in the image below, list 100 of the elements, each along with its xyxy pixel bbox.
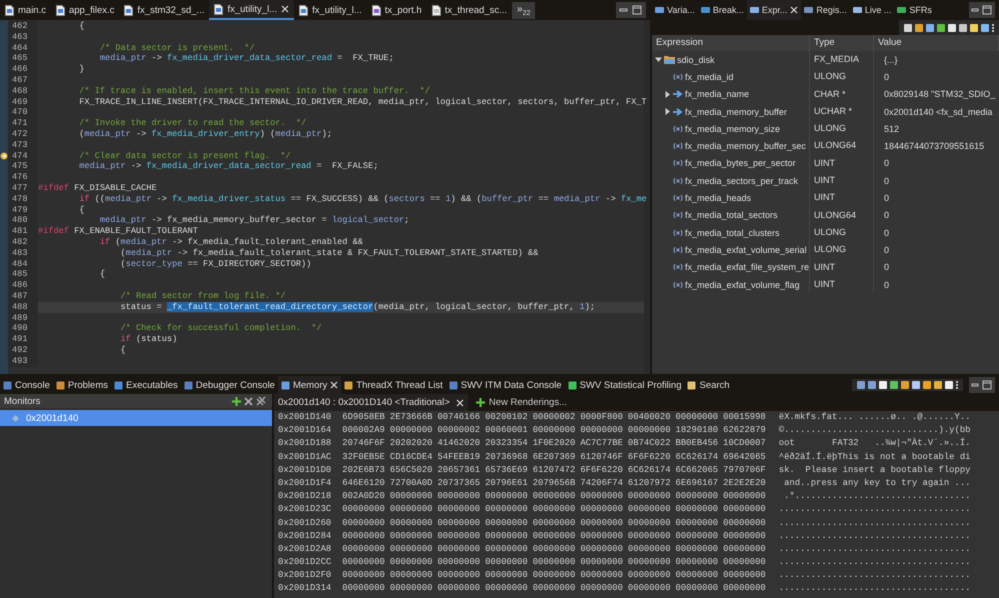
folder-icon xyxy=(664,55,675,64)
hex-word: 00000000 xyxy=(532,556,576,570)
remove-icon[interactable] xyxy=(244,396,253,406)
view-tab[interactable]: Memory xyxy=(278,376,342,394)
line-number: 466 xyxy=(8,64,38,75)
hex-word: 6C626174 xyxy=(676,450,718,464)
monitors-title: Monitors xyxy=(4,396,42,406)
diamond-icon xyxy=(12,414,19,422)
view-tab[interactable]: Break... xyxy=(698,0,747,20)
hex-word: 00000000 xyxy=(390,516,432,530)
file-icon xyxy=(5,4,14,16)
close-icon[interactable] xyxy=(330,381,338,389)
editor-tab[interactable]: fx_utility_l... xyxy=(209,0,294,20)
view-tab[interactable]: SWV Statistical Profiling xyxy=(564,376,684,394)
file-icon xyxy=(214,4,224,14)
view-tab[interactable]: Search xyxy=(684,376,733,394)
close-icon[interactable] xyxy=(281,5,290,13)
expand-toggle-icon[interactable] xyxy=(664,90,671,98)
column-header[interactable]: Expression xyxy=(652,35,810,51)
hex-word: 00000000 xyxy=(485,582,528,596)
hex-word: 61207472 xyxy=(532,464,576,477)
code-line: /* If trace is enabled, insert this event into the trace buffer. */ xyxy=(78,86,431,97)
new-renderings-tab[interactable]: New Renderings... xyxy=(476,397,567,408)
minimize-maximize-icon[interactable] xyxy=(969,377,995,393)
code-line: /* Data sector is present. */ xyxy=(98,42,256,54)
variable-icon xyxy=(673,72,683,81)
code-line: if (status) xyxy=(120,334,178,345)
editor-tab[interactable]: tx_thread_sc... xyxy=(426,0,512,20)
hex-word: 00000000 xyxy=(628,542,671,556)
hex-word: 00000000 xyxy=(390,503,432,516)
line-number: 482 xyxy=(8,236,38,248)
view-tab[interactable]: Executables xyxy=(110,376,181,394)
hex-word: 656C5020 xyxy=(390,464,432,477)
hex-word: 6C626174 xyxy=(628,464,671,477)
value-cell-text: 0 xyxy=(883,72,890,82)
hex-word: 00000000 xyxy=(628,503,671,516)
view-tab[interactable]: SFRs xyxy=(894,0,935,20)
add-icon xyxy=(476,398,485,407)
view-tab[interactable]: SWV ITM Data Console xyxy=(446,376,565,394)
view-tab[interactable]: Console xyxy=(0,376,53,394)
memory-address: 0x2001D2A8 xyxy=(278,542,332,556)
view-tab[interactable]: Debugger Console xyxy=(180,376,278,394)
rendering-tab[interactable]: 0x2001d140 : 0x2001D140 <Traditional> xyxy=(274,394,468,411)
column-header[interactable]: Type xyxy=(810,35,874,51)
hex-word: 002A0D20 xyxy=(342,490,385,504)
code-line: (media_ptr -> fx_media_fault_tolerant_state & FX_FAULT_TOLERANT_STATE_STARTED) && xyxy=(120,248,540,259)
hex-word: 00000000 xyxy=(437,569,480,582)
view-tab[interactable]: ThreadX Thread List xyxy=(341,376,446,394)
view-tab[interactable]: Problems xyxy=(52,376,111,394)
close-icon[interactable] xyxy=(456,398,464,406)
more-icon[interactable] xyxy=(955,380,959,390)
editor-tab[interactable]: tx_port.h xyxy=(366,0,427,20)
view-tab[interactable]: Regis... xyxy=(801,0,850,20)
line-number: 465 xyxy=(8,53,38,64)
variable-icon xyxy=(673,142,683,150)
editor-tab[interactable]: app_filex.c xyxy=(50,0,120,20)
editor-tab[interactable]: fx_stm32_sd_... xyxy=(119,0,210,20)
view-tab[interactable]: Expr... xyxy=(746,0,802,20)
hex-word: 1F0E2020 xyxy=(532,437,576,450)
hex-word: 000002A9 xyxy=(342,424,385,438)
hex-word: 41462020 xyxy=(437,437,480,450)
view-icon xyxy=(114,380,123,390)
file-icon xyxy=(56,4,65,16)
expand-toggle-icon[interactable] xyxy=(664,108,671,116)
more-icon[interactable] xyxy=(991,22,995,32)
minimize-maximize-icon[interactable] xyxy=(969,2,995,18)
line-number: 478 xyxy=(8,194,38,205)
line-number: 474 xyxy=(8,150,38,162)
ascii-text: ^ëð2äÍ.Í.ëþThis is not a bootable di xyxy=(778,450,970,464)
hex-word: 00000000 xyxy=(676,516,718,530)
type-cell: UINT xyxy=(810,276,874,294)
hex-word: 00000000 xyxy=(390,582,432,596)
view-tab[interactable]: Varia... xyxy=(652,0,698,20)
hex-word: 00000000 xyxy=(628,516,671,530)
hex-word: 61207972 xyxy=(628,476,671,490)
hex-word: 65736E69 xyxy=(485,464,528,477)
close-icon[interactable] xyxy=(790,6,798,14)
hex-word: 72700A0D xyxy=(390,476,432,490)
editor-tab[interactable]: main.c xyxy=(0,0,51,20)
hex-word: 00000000 xyxy=(723,542,766,556)
column-header[interactable]: Value xyxy=(874,35,999,51)
more-tabs-button[interactable]: »$_{22}$ xyxy=(512,2,536,18)
ascii-text: .*................................. xyxy=(783,490,970,504)
hex-word: 00000000 xyxy=(580,503,623,516)
view-tab[interactable]: Live ... xyxy=(850,0,894,20)
line-number: 477 xyxy=(8,182,38,194)
expand-toggle-icon[interactable] xyxy=(655,56,662,64)
hex-word: CD16CDE4 xyxy=(390,450,432,464)
hex-word: 0000F800 xyxy=(580,411,623,424)
view-icon xyxy=(280,380,290,390)
view-icon xyxy=(344,380,354,390)
editor-tab[interactable]: fx_utility_l... xyxy=(294,0,367,20)
remove-all-icon[interactable] xyxy=(256,396,266,406)
line-number: 462 xyxy=(8,21,38,32)
minimize-maximize-icon[interactable] xyxy=(616,2,646,18)
hex-word: 00000000 xyxy=(628,530,671,543)
memory-address: 0x2001D2F0 xyxy=(278,569,332,582)
hex-word: 00000000 xyxy=(723,530,766,543)
add-icon[interactable] xyxy=(232,396,241,406)
line-number: 480 xyxy=(8,215,38,226)
